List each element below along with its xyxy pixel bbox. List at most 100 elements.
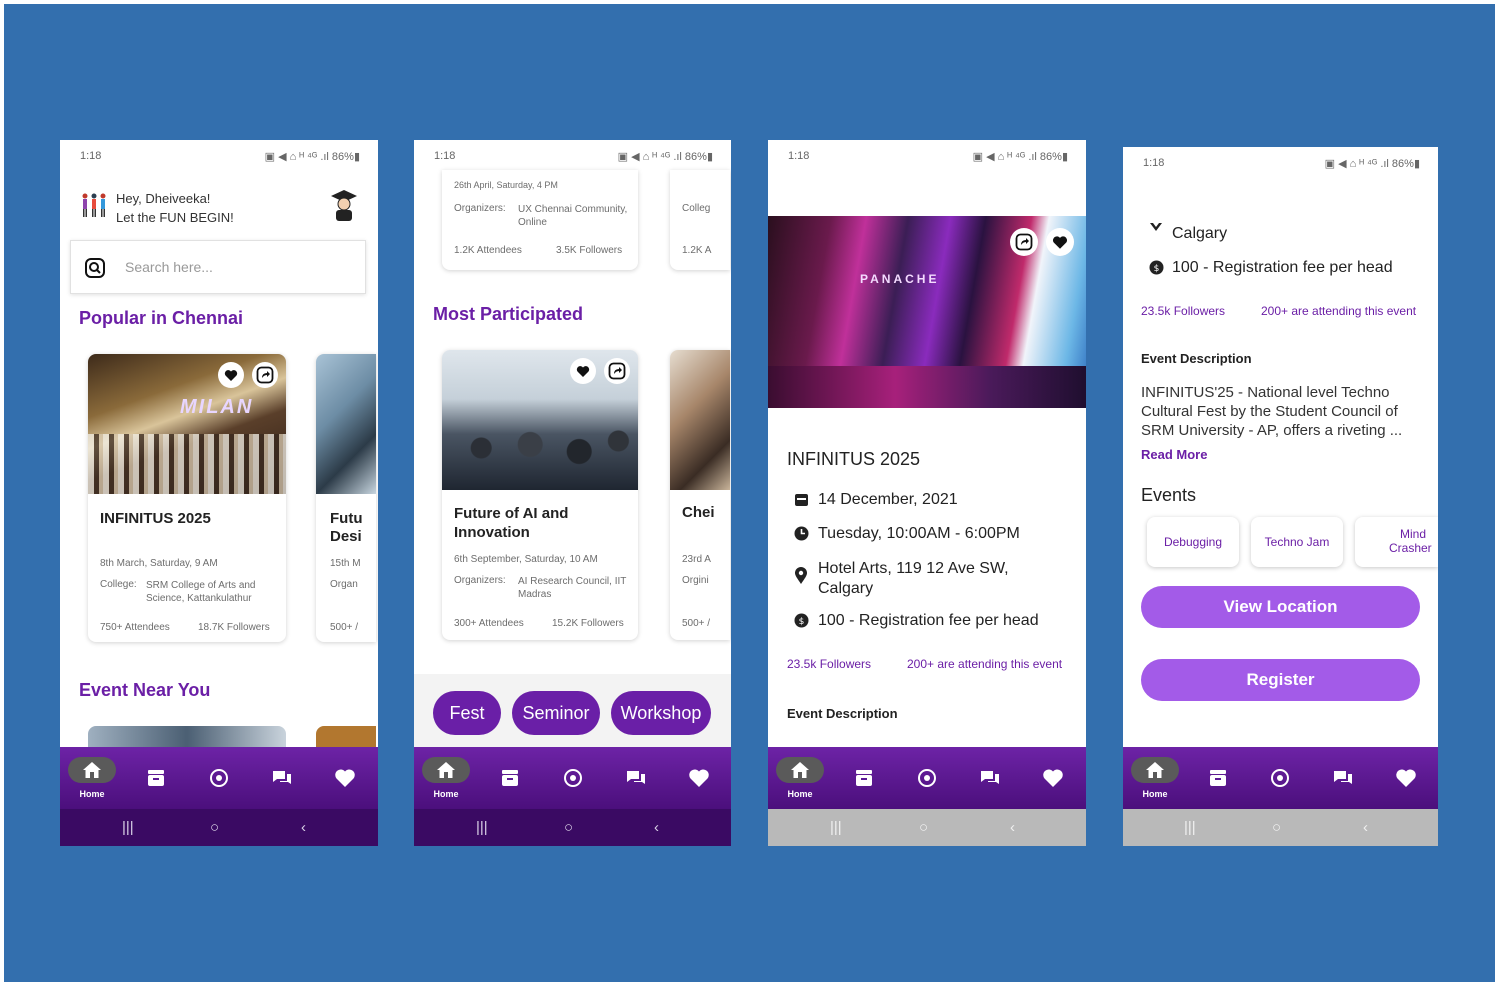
college-label: Colleg xyxy=(682,203,711,214)
add-icon[interactable] xyxy=(208,767,230,789)
event-date: 23rd A xyxy=(682,554,711,565)
nav-home-label: Home xyxy=(787,789,813,799)
register-button[interactable]: Register xyxy=(1141,659,1420,701)
chip-fest[interactable]: Fest xyxy=(433,691,501,735)
event-date: 15th M xyxy=(330,558,361,569)
event-tag-mind-crasher[interactable]: Mind Crasher xyxy=(1355,517,1438,567)
event-card-scrolled[interactable]: 26th April, Saturday, 4 PM Organizers: U… xyxy=(442,170,638,270)
event-date: 14 December, 2021 xyxy=(818,491,958,508)
add-icon[interactable] xyxy=(916,767,938,789)
view-location-button[interactable]: View Location xyxy=(1141,586,1420,628)
description-text: INFINITUS'25 - National level Techno Cul… xyxy=(1141,384,1403,439)
nav-home[interactable]: Home xyxy=(60,747,124,809)
event-tag-debugging[interactable]: Debugging xyxy=(1147,517,1239,567)
events-heading: Events xyxy=(1141,485,1197,505)
home-icon xyxy=(1146,762,1164,778)
section-most-participated: Most Participated xyxy=(433,304,584,324)
event-card[interactable]: MILAN INFINITUS 2025 8th March, Saturday… xyxy=(88,354,286,642)
status-time: 1:18 xyxy=(80,150,102,162)
attendees: 300+ Attendees xyxy=(454,618,524,629)
bottom-nav: Home xyxy=(768,747,1086,809)
recents-icon[interactable]: ||| xyxy=(1184,819,1196,836)
event-card-scrolled-partial[interactable]: Colleg 1.2K A xyxy=(670,170,730,270)
share-icon xyxy=(256,366,274,384)
heart-icon[interactable] xyxy=(688,767,710,789)
recents-icon[interactable]: ||| xyxy=(476,819,488,836)
event-tag-techno-jam[interactable]: Techno Jam xyxy=(1251,517,1343,567)
event-title: Future of AI and Innovation xyxy=(454,505,569,541)
chip-seminor[interactable]: Seminor xyxy=(512,691,600,735)
favorite-button[interactable] xyxy=(218,362,244,388)
event-date: 6th September, Saturday, 10 AM xyxy=(454,554,598,565)
location-pin-icon xyxy=(795,567,807,584)
share-button[interactable] xyxy=(604,358,630,384)
followers: 18.7K Followers xyxy=(198,622,270,633)
graduate-avatar-icon[interactable] xyxy=(330,188,358,222)
add-icon[interactable] xyxy=(1269,767,1291,789)
heart-icon xyxy=(224,370,238,381)
heart-icon[interactable] xyxy=(1042,767,1064,789)
followers: 3.5K Followers xyxy=(556,245,623,256)
near-card-peek[interactable] xyxy=(88,726,286,748)
near-card-peek-2[interactable] xyxy=(316,726,376,748)
status-bar: 1:18 ▣ ◀ ⌂ ᴴ ⁴ᴳ .ıl 86%▮ xyxy=(60,140,378,172)
back-icon[interactable]: ‹ xyxy=(1010,819,1015,836)
bottom-nav: Home xyxy=(60,747,378,809)
back-icon[interactable]: ‹ xyxy=(1363,819,1368,836)
status-time: 1:18 xyxy=(434,150,456,162)
chat-icon[interactable] xyxy=(1332,767,1354,789)
search-input[interactable]: Search here... xyxy=(70,240,366,294)
nav-home-label: Home xyxy=(1142,789,1168,799)
clock-icon xyxy=(794,526,809,541)
chat-icon[interactable] xyxy=(271,767,293,789)
home-circle-icon[interactable]: ○ xyxy=(919,819,928,836)
chevron-down-icon xyxy=(1150,223,1162,231)
event-card-partial[interactable]: Futu Desi 15th M Organ 500+ / xyxy=(316,354,376,642)
back-icon[interactable]: ‹ xyxy=(301,819,306,836)
followers[interactable]: 23.5k Followers xyxy=(1141,304,1225,318)
svg-text:$: $ xyxy=(799,617,805,627)
home-circle-icon[interactable]: ○ xyxy=(564,819,573,836)
tickets-icon[interactable] xyxy=(499,767,521,789)
home-circle-icon[interactable]: ○ xyxy=(210,819,219,836)
tickets-icon[interactable] xyxy=(145,767,167,789)
followers: 15.2K Followers xyxy=(552,618,624,629)
event-title-a: Futu xyxy=(330,510,363,527)
attending: 200+ are attending this event xyxy=(1261,304,1417,318)
event-fee: 100 - Registration fee per head xyxy=(818,612,1039,629)
favorite-button[interactable] xyxy=(570,358,596,384)
recents-icon[interactable]: ||| xyxy=(122,819,134,836)
subgreeting: Let the FUN BEGIN! xyxy=(116,210,234,225)
chat-icon[interactable] xyxy=(979,767,1001,789)
status-icons: ▣ ◀ ⌂ ᴴ ⁴ᴳ .ıl 86%▮ xyxy=(972,151,1068,163)
heart-icon xyxy=(1052,236,1068,249)
recents-icon[interactable]: ||| xyxy=(830,819,842,836)
heart-icon[interactable] xyxy=(1395,767,1417,789)
status-bar: 1:18 ▣ ◀ ⌂ ᴴ ⁴ᴳ .ıl 86%▮ xyxy=(768,140,1086,172)
event-date: 26th April, Saturday, 4 PM xyxy=(454,180,558,190)
followers[interactable]: 23.5k Followers xyxy=(787,657,871,671)
home-circle-icon[interactable]: ○ xyxy=(1272,819,1281,836)
heart-icon[interactable] xyxy=(334,767,356,789)
chat-icon[interactable] xyxy=(625,767,647,789)
back-icon[interactable]: ‹ xyxy=(654,819,659,836)
chip-workshop[interactable]: Workshop xyxy=(611,691,711,735)
bottom-nav: Home xyxy=(1123,747,1438,809)
read-more-link[interactable]: Read More xyxy=(1141,447,1207,462)
organizer-label: Organizers: xyxy=(454,575,506,586)
attending: 200+ are attending this event xyxy=(907,657,1063,671)
tickets-icon[interactable] xyxy=(853,767,875,789)
event-card-partial[interactable]: Chei 23rd A Orgini 500+ / xyxy=(670,350,730,640)
add-icon[interactable] xyxy=(562,767,584,789)
system-nav-bar: ||| ○ ‹ xyxy=(60,809,378,846)
event-card[interactable]: Future of AI and Innovation 6th Septembe… xyxy=(442,350,638,640)
share-button[interactable] xyxy=(252,362,278,388)
nav-home[interactable]: Home xyxy=(414,747,478,809)
tickets-icon[interactable] xyxy=(1207,767,1229,789)
share-button[interactable] xyxy=(1010,228,1038,256)
nav-home[interactable]: Home xyxy=(1123,747,1187,809)
nav-home[interactable]: Home xyxy=(768,747,832,809)
nav-home-indicator xyxy=(68,757,116,783)
favorite-button[interactable] xyxy=(1046,228,1074,256)
category-chips: Fest Seminor Workshop xyxy=(414,674,731,748)
